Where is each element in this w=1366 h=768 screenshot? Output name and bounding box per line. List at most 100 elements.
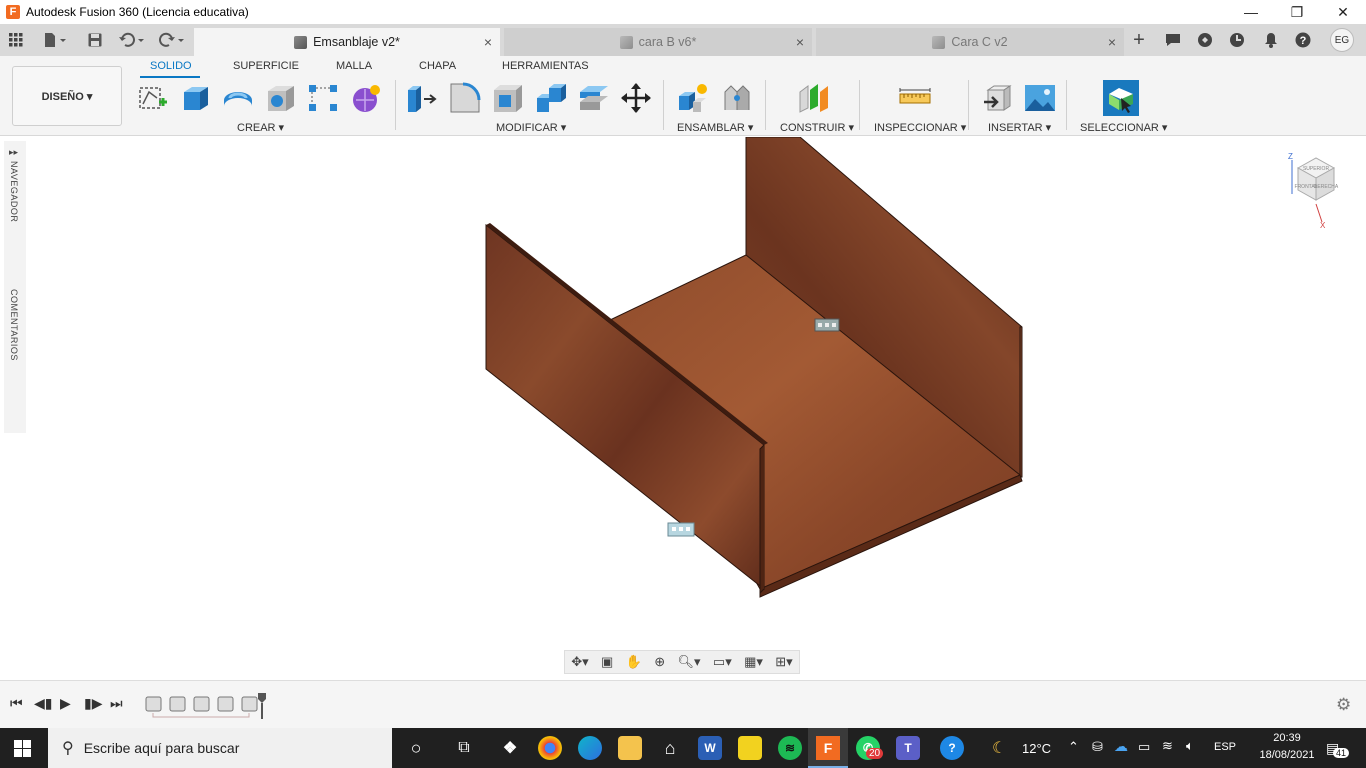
tab-chapa[interactable]: CHAPA	[419, 60, 456, 72]
combine-icon[interactable]	[535, 82, 567, 114]
weather-moon-icon[interactable]: ☾	[992, 738, 1006, 758]
spotify-icon[interactable]: ≋	[778, 736, 802, 760]
word-icon[interactable]: W	[698, 736, 722, 760]
wooden-box-model[interactable]	[26, 136, 1366, 677]
assemble-group-label[interactable]: ENSAMBLAR ▾	[677, 121, 753, 134]
new-tab-button[interactable]: +	[1128, 29, 1150, 51]
inspect-group-label[interactable]: INSPECCIONAR ▾	[874, 121, 966, 134]
file-explorer-icon[interactable]	[618, 736, 642, 760]
joint-icon[interactable]	[721, 82, 753, 114]
close-window-button[interactable]: ✕	[1320, 0, 1366, 24]
joint-marker[interactable]	[814, 318, 840, 332]
taskbar-search[interactable]: ⚲ Escribe aquí para buscar	[48, 728, 392, 768]
step-forward-icon[interactable]: ▮▶	[84, 695, 102, 712]
chrome-icon[interactable]	[538, 736, 562, 760]
fit-icon[interactable]: 🔍︎▾	[678, 654, 701, 670]
apps-grid-icon[interactable]	[5, 30, 27, 50]
look-at-icon[interactable]: ▣	[601, 654, 613, 670]
tab-herramientas[interactable]: HERRAMIENTAS	[502, 60, 589, 72]
play-icon[interactable]: ▶	[60, 695, 71, 712]
hole-icon[interactable]	[265, 82, 297, 114]
fusion-taskbar-active[interactable]: F	[808, 728, 848, 768]
expand-arrow-icon[interactable]: ▸▸	[9, 147, 18, 158]
insert-canvas-icon[interactable]	[1024, 82, 1056, 114]
offset-face-icon[interactable]	[578, 82, 610, 114]
construct-group-label[interactable]: CONSTRUIR ▾	[780, 121, 854, 134]
redo-icon[interactable]	[156, 30, 188, 50]
dropbox-icon[interactable]: ❖	[498, 736, 522, 760]
onedrive-icon[interactable]: ☁	[1114, 738, 1128, 755]
tab-malla[interactable]: MALLA	[336, 60, 372, 72]
notifications-icon[interactable]	[1260, 30, 1282, 50]
step-back-icon[interactable]: ◀▮	[34, 695, 52, 712]
edge-icon[interactable]	[578, 736, 602, 760]
tray-app-icon[interactable]: ⛁	[1092, 739, 1103, 755]
pattern-icon[interactable]	[307, 82, 339, 114]
undo-icon[interactable]	[116, 30, 148, 50]
restore-button[interactable]: ❐	[1274, 0, 1320, 24]
modify-group-label[interactable]: MODIFICAR ▾	[496, 121, 566, 134]
extensions-icon[interactable]	[1194, 30, 1216, 50]
go-to-start-icon[interactable]: ⏮	[10, 695, 23, 712]
fillet-icon[interactable]	[449, 82, 481, 114]
user-avatar[interactable]: EG	[1330, 28, 1354, 52]
measure-icon[interactable]	[899, 82, 931, 114]
joint-marker[interactable]	[667, 522, 695, 537]
timeline-settings-icon[interactable]: ⚙	[1336, 695, 1351, 715]
insert-derive-icon[interactable]	[982, 82, 1014, 114]
volume-icon[interactable]: 🔈︎	[1186, 738, 1194, 754]
cortana-icon[interactable]: ○	[404, 736, 428, 760]
job-status-icon[interactable]	[1226, 30, 1248, 50]
grid-settings-icon[interactable]: ▦▾	[744, 654, 763, 670]
close-tab-icon[interactable]: ×	[484, 34, 492, 50]
create-group-label[interactable]: CREAR ▾	[237, 121, 284, 134]
new-component-icon[interactable]	[677, 82, 709, 114]
task-view-icon[interactable]: ⧉	[452, 736, 476, 760]
workspace-selector[interactable]: DISEÑO ▾	[12, 66, 122, 126]
app-icon[interactable]: ⌂	[658, 736, 682, 760]
windows-start-icon[interactable]	[14, 740, 31, 760]
help-app-icon[interactable]: ?	[940, 736, 964, 760]
close-tab-icon[interactable]: ×	[1108, 34, 1116, 50]
battery-icon[interactable]: ▭	[1138, 739, 1150, 755]
display-settings-icon[interactable]: ▭▾	[713, 654, 732, 670]
pan-icon[interactable]: ✋	[626, 654, 642, 670]
tray-chevron-icon[interactable]: ⌃	[1068, 739, 1079, 755]
move-copy-icon[interactable]	[620, 82, 652, 114]
3d-canvas[interactable]	[26, 136, 1366, 677]
revolve-icon[interactable]	[222, 82, 254, 114]
tab-cara-c[interactable]: Cara C v2 ×	[816, 28, 1124, 56]
shell-icon[interactable]	[492, 82, 524, 114]
browser-panel-toggle[interactable]: NAVEGADOR	[9, 161, 19, 222]
tab-emsanblaje[interactable]: Emsanblaje v2* ×	[194, 28, 500, 56]
sticky-notes-icon[interactable]	[738, 736, 762, 760]
extrude-icon[interactable]	[180, 82, 212, 114]
view-cube[interactable]: SUPERIOR FRONTAL DERECHA Z X	[1282, 150, 1352, 230]
minimize-button[interactable]: —	[1228, 0, 1274, 24]
comments-panel-toggle[interactable]: COMENTARIOS	[9, 289, 19, 361]
file-menu-icon[interactable]	[40, 30, 70, 50]
temperature[interactable]: 12°C	[1022, 741, 1051, 756]
select-icon[interactable]	[1103, 80, 1139, 116]
tab-cara-b[interactable]: cara B v6* ×	[504, 28, 812, 56]
tab-solido[interactable]: SOLIDO	[150, 60, 192, 72]
save-icon[interactable]	[84, 30, 106, 50]
close-tab-icon[interactable]: ×	[796, 34, 804, 50]
clock-date[interactable]: 18/08/2021	[1256, 749, 1318, 761]
viewports-icon[interactable]: ⊞▾	[775, 654, 792, 670]
help-icon[interactable]: ?	[1292, 30, 1314, 50]
chat-icon[interactable]	[1162, 30, 1184, 50]
create-sketch-icon[interactable]	[137, 82, 169, 114]
timeline-features[interactable]	[144, 693, 268, 719]
create-form-icon[interactable]	[350, 82, 382, 114]
orbit-icon[interactable]: ✥▾	[571, 654, 588, 670]
press-pull-icon[interactable]	[406, 82, 438, 114]
insert-group-label[interactable]: INSERTAR ▾	[988, 121, 1051, 134]
zoom-icon[interactable]: ⊕	[654, 654, 665, 670]
select-group-label[interactable]: SELECCIONAR ▾	[1080, 121, 1167, 134]
offset-plane-icon[interactable]	[798, 82, 830, 114]
language-indicator[interactable]: ESP	[1214, 741, 1236, 753]
wifi-icon[interactable]: ≋	[1162, 738, 1173, 754]
tab-superficie[interactable]: SUPERFICIE	[233, 60, 299, 72]
go-to-end-icon[interactable]: ⏭	[110, 695, 123, 712]
